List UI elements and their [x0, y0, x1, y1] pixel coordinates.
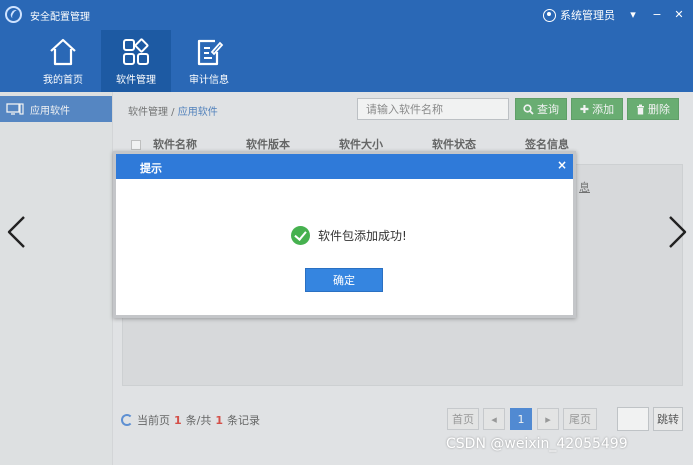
nav-label-software: 软件管理 [116, 75, 156, 86]
app-title: 安全配置管理 [30, 12, 90, 23]
nav-label-home: 我的首页 [43, 75, 83, 86]
dialog-close-icon[interactable]: × [557, 158, 567, 172]
nav-item-audit[interactable]: 审计信息 [174, 30, 244, 92]
nav-label-audit: 审计信息 [189, 75, 229, 86]
chevron-right-icon[interactable] [656, 214, 692, 250]
close-window-button[interactable]: ✕ [670, 6, 688, 24]
nav-item-software[interactable]: 软件管理 [101, 30, 171, 92]
user-menu[interactable]: 系统管理员 [543, 7, 615, 23]
chevron-left-icon[interactable] [2, 214, 38, 250]
dialog-ok-button[interactable]: 确定 [305, 268, 383, 292]
dialog-message-text: 软件包添加成功! [318, 229, 407, 243]
top-navigation: 我的首页 软件管理 审计信息 [0, 30, 693, 92]
user-icon [543, 8, 556, 22]
alert-dialog: 提示 × 软件包添加成功! 确定 [113, 151, 576, 318]
nav-item-home[interactable]: 我的首页 [28, 30, 98, 92]
dialog-title: 提示 [140, 162, 162, 175]
watermark: CSDN @weixin_42055499 [446, 436, 628, 452]
user-name: 系统管理员 [560, 9, 615, 22]
success-check-icon [291, 226, 310, 245]
apps-grid-icon [123, 38, 149, 65]
home-icon [50, 38, 76, 66]
dialog-header: 提示 × [116, 154, 573, 179]
minimize-button[interactable]: − [648, 6, 666, 24]
dialog-message: 软件包添加成功! [291, 226, 407, 245]
title-bar: 安全配置管理 系统管理员 ▾ − ✕ [0, 0, 693, 30]
edit-document-icon [197, 39, 224, 66]
app-logo-icon [5, 6, 22, 23]
window-menu-button[interactable]: ▾ [624, 6, 642, 24]
